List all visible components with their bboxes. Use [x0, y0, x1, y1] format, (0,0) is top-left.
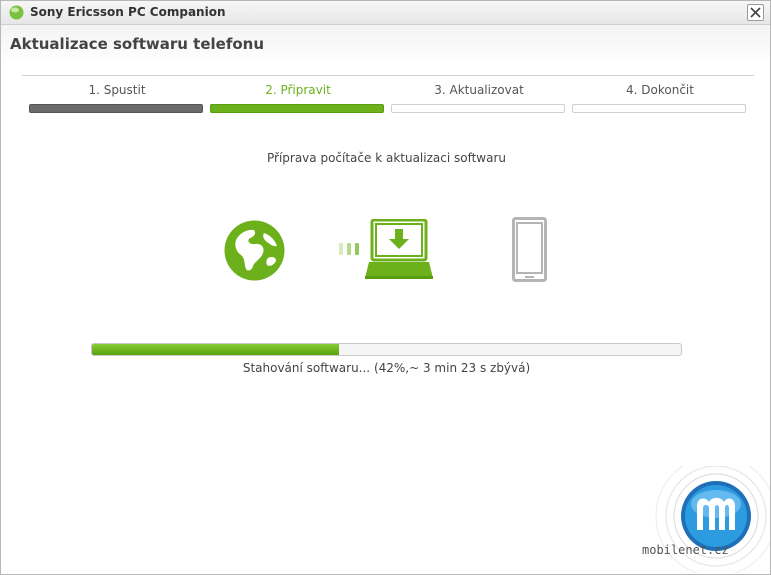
step-bar [572, 104, 746, 113]
step-bar [210, 104, 384, 113]
globe-icon [224, 220, 285, 281]
step-1: 1. Spustit [29, 83, 205, 115]
step-label: 2. Připravit [265, 83, 331, 97]
laptop-download-icon [365, 219, 433, 279]
step-2: 2. Připravit [210, 83, 386, 115]
step-4: 4. Dokončit [572, 83, 748, 115]
transfer-dots-icon [339, 243, 359, 255]
watermark-text: mobilenet.cz [642, 543, 729, 557]
step-label: 1. Spustit [88, 83, 146, 97]
steps-divider [22, 75, 754, 76]
close-button[interactable] [747, 4, 764, 21]
app-window: Sony Ericsson PC Companion Aktualizace s… [0, 0, 771, 575]
phone-icon [512, 217, 547, 282]
title-bar: Sony Ericsson PC Companion [1, 1, 770, 25]
page-title: Aktualizace softwaru telefonu [10, 35, 265, 53]
step-3: 3. Aktualizovat [391, 83, 567, 115]
step-label: 3. Aktualizovat [434, 83, 524, 97]
status-message: Příprava počítače k aktualizaci softwaru [266, 151, 507, 165]
step-label: 4. Dokončit [626, 83, 694, 97]
sony-ericsson-logo-icon [9, 5, 24, 20]
close-icon [750, 7, 761, 18]
progress-text: Stahování softwaru... (42%,~ 3 min 23 s … [242, 361, 531, 375]
download-progress-bar [91, 343, 682, 356]
step-bar [391, 104, 565, 113]
step-bar [29, 104, 203, 113]
window-title: Sony Ericsson PC Companion [30, 5, 226, 19]
progress-fill [92, 344, 340, 355]
